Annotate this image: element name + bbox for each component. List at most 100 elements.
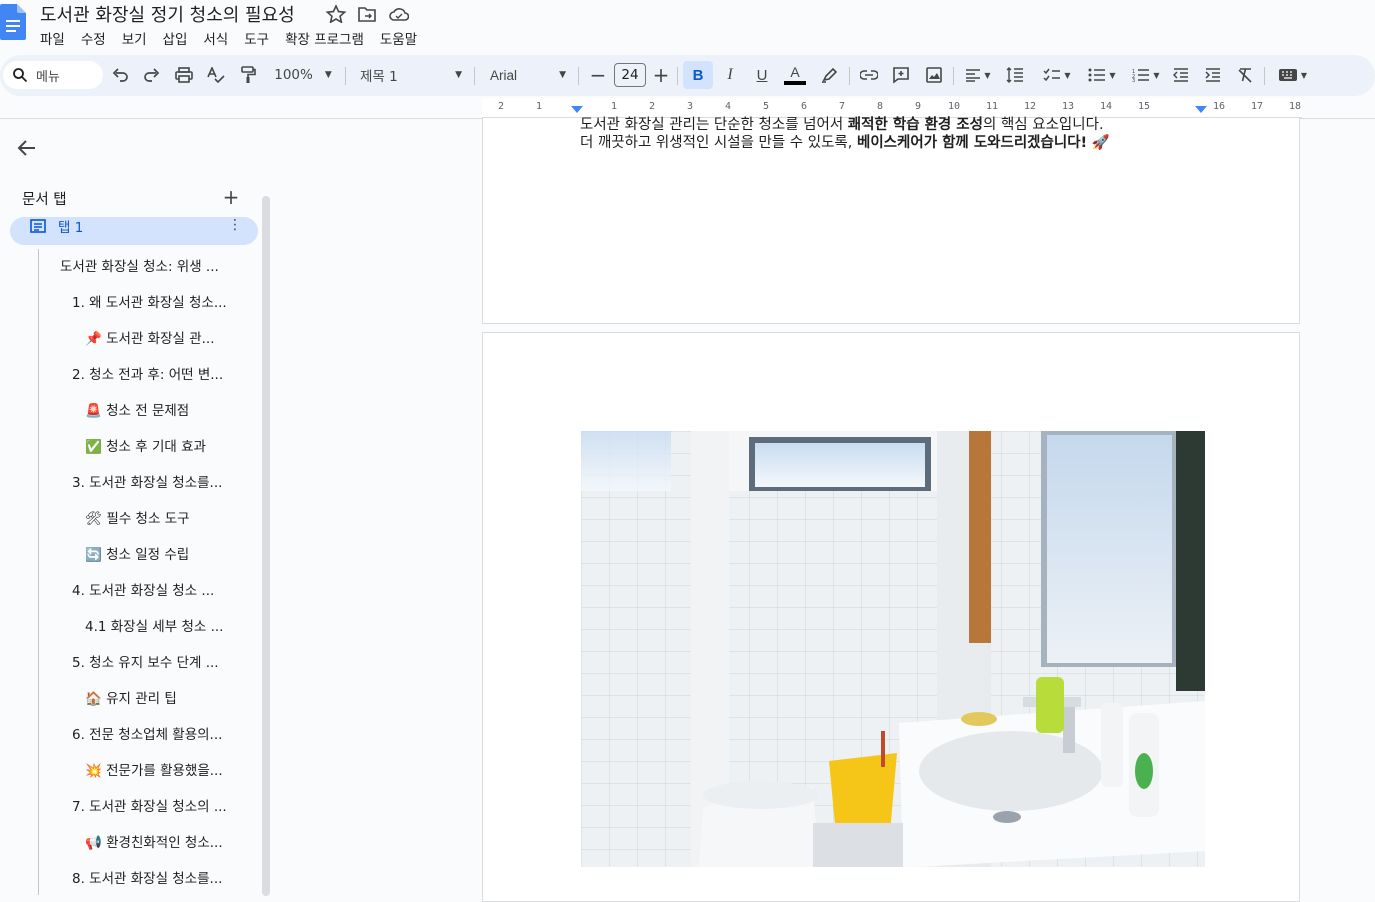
redo-icon[interactable] — [142, 61, 162, 89]
move-folder-icon[interactable] — [357, 5, 377, 23]
print-icon[interactable] — [174, 61, 194, 89]
underline-icon[interactable]: U — [751, 61, 773, 89]
menu-view[interactable]: 보기 — [114, 26, 155, 50]
menu-file[interactable]: 파일 — [32, 26, 73, 50]
ruler-tick: 2 — [498, 101, 505, 112]
insert-image-icon[interactable] — [923, 61, 945, 89]
zoom-value: 100% — [274, 67, 313, 83]
outline-item[interactable]: 4.1 화장실 세부 청소 ... — [85, 615, 240, 635]
paint-format-icon[interactable] — [238, 61, 258, 89]
ruler-tick: 5 — [763, 101, 770, 112]
bold-text-run: 베이스케어가 함께 도와드리겠습니다! — [857, 135, 1088, 151]
menu-format[interactable]: 서식 — [195, 26, 236, 50]
bulleted-list-icon[interactable]: ▼ — [1083, 61, 1121, 89]
toolbar: 메뉴 100% ▼ 제목 1 ▼ Arial ▼ − + B I U A ▼ ▼ ▼ … — [0, 55, 1375, 96]
ruler-tick: 18 — [1289, 101, 1302, 112]
ruler-tick: 7 — [839, 101, 846, 112]
checklist-icon[interactable]: ▼ — [1038, 61, 1076, 89]
more-vert-icon[interactable]: ⋮ — [228, 217, 242, 233]
outline-item[interactable]: ✅ 청소 후 기대 효과 — [85, 435, 240, 455]
chevron-down-icon: ▼ — [324, 70, 332, 80]
document-page[interactable]: 도서관 화장실 관리는 단순한 청소를 넘어서 쾌적한 학습 환경 조성의 핵심… — [482, 117, 1300, 324]
back-arrow-icon[interactable] — [14, 135, 40, 161]
line-spacing-icon[interactable] — [1004, 61, 1026, 89]
outline-item[interactable]: 🛠 필수 청소 도구 — [85, 507, 240, 527]
docs-logo-icon[interactable] — [0, 4, 26, 40]
divider — [677, 67, 678, 85]
ruler-tick: 13 — [1062, 101, 1075, 112]
outline-item[interactable]: 5. 청소 유지 보수 단계 ... — [72, 651, 240, 671]
outline-item[interactable]: 🚨 청소 전 문제점 — [85, 399, 240, 419]
menu-tools[interactable]: 도구 — [236, 26, 277, 50]
ruler-tick: 11 — [986, 101, 999, 112]
cloud-saved-icon[interactable] — [389, 5, 409, 23]
tabs-heading: 문서 탭 — [22, 192, 67, 208]
menu-bar: 파일 수정 보기 삽입 서식 도구 확장 프로그램 도움말 — [32, 26, 425, 50]
menu-search[interactable]: 메뉴 — [3, 61, 103, 89]
outline-item[interactable]: 💥 전문가를 활용했을... — [85, 759, 240, 779]
zoom-select[interactable]: 100% ▼ — [268, 61, 338, 89]
tab-1-label: 탭 1 — [58, 220, 84, 236]
undo-icon[interactable] — [110, 61, 130, 89]
italic-icon[interactable]: I — [719, 61, 741, 89]
increase-font-size-icon[interactable]: + — [651, 61, 671, 89]
outline-item[interactable]: 🔄 청소 일정 수립 — [85, 543, 240, 563]
menu-edit[interactable]: 수정 — [73, 26, 114, 50]
text-color-icon[interactable]: A — [783, 61, 807, 89]
outline-item[interactable]: 도서관 화장실 청소: 위생 ... — [60, 255, 240, 275]
outline-item[interactable]: 7. 도서관 화장실 청소의 ... — [72, 795, 240, 815]
add-tab-button[interactable]: + — [221, 187, 241, 207]
ruler-tick: 17 — [1251, 101, 1264, 112]
ruler-tick: 2 — [649, 101, 656, 112]
font-value: Arial — [490, 67, 518, 83]
font-size-input[interactable]: 24 — [614, 63, 646, 87]
divider — [1264, 67, 1265, 85]
right-indent-marker[interactable] — [1195, 106, 1207, 113]
increase-indent-icon[interactable] — [1202, 61, 1224, 89]
outline-item[interactable]: 2. 청소 전과 후: 어떤 변... — [72, 363, 240, 383]
menu-insert[interactable]: 삽입 — [155, 26, 196, 50]
ruler-tick: 9 — [915, 101, 922, 112]
ruler-tick: 14 — [1100, 101, 1113, 112]
clear-formatting-icon[interactable] — [1234, 61, 1256, 89]
outline-item[interactable]: 8. 도서관 화장실 청소를... — [72, 867, 240, 887]
sidebar-scrollbar[interactable] — [262, 196, 270, 896]
ruler-tick: 15 — [1138, 101, 1151, 112]
document-tabs-sidebar: 문서 탭 + 탭 1 ⋮ 도서관 화장실 청소: 위생 ... 1. 왜 도서관… — [0, 119, 270, 896]
link-icon[interactable] — [858, 61, 880, 89]
left-indent-marker[interactable] — [571, 106, 583, 113]
ruler-tick: 16 — [1213, 101, 1226, 112]
input-tools-icon[interactable]: ▼ — [1273, 61, 1313, 89]
ruler-tick: 1 — [536, 101, 543, 112]
ruler-tick: 12 — [1024, 101, 1037, 112]
menu-search-placeholder: 메뉴 — [36, 69, 60, 85]
tab-1[interactable]: 탭 1 ⋮ — [10, 217, 258, 245]
menu-help[interactable]: 도움말 — [372, 26, 425, 50]
bold-icon[interactable]: B — [683, 61, 713, 89]
menu-extensions[interactable]: 확장 프로그램 — [277, 26, 372, 50]
align-icon[interactable]: ▼ — [961, 61, 995, 89]
ruler-tick: 1 — [611, 101, 618, 112]
outline-item[interactable]: 3. 도서관 화장실 청소를... — [72, 471, 240, 491]
rocket-emoji-icon: 🚀 — [1091, 135, 1110, 151]
outline-item[interactable]: 🏠 유지 관리 팁 — [85, 687, 240, 707]
style-select[interactable]: 제목 1 ▼ — [356, 61, 466, 89]
outline-item[interactable]: 4. 도서관 화장실 청소 ... — [72, 579, 240, 599]
outline-item[interactable]: 📢 환경친화적인 청소... — [85, 831, 240, 851]
numbered-list-icon[interactable]: 1 2 3 ▼ — [1127, 61, 1165, 89]
decrease-indent-icon[interactable] — [1170, 61, 1192, 89]
font-select[interactable]: Arial ▼ — [486, 61, 570, 89]
ruler-tick: 4 — [725, 101, 732, 112]
outline-item[interactable]: 1. 왜 도서관 화장실 청소... — [72, 291, 240, 311]
document-page[interactable] — [482, 332, 1300, 902]
decrease-font-size-icon[interactable]: − — [588, 61, 608, 89]
divider — [474, 67, 475, 85]
outline-item[interactable]: 📌 도서관 화장실 관... — [85, 327, 240, 347]
outline-item[interactable]: 6. 전문 청소업체 활용의... — [72, 723, 240, 743]
highlight-icon[interactable] — [818, 61, 840, 89]
star-icon[interactable] — [326, 5, 346, 23]
spellcheck-icon[interactable] — [206, 61, 226, 89]
bathroom-photo[interactable] — [581, 431, 1205, 867]
document-title[interactable]: 도서관 화장실 정기 청소의 필요성 — [40, 1, 295, 27]
add-comment-icon[interactable] — [890, 61, 912, 89]
